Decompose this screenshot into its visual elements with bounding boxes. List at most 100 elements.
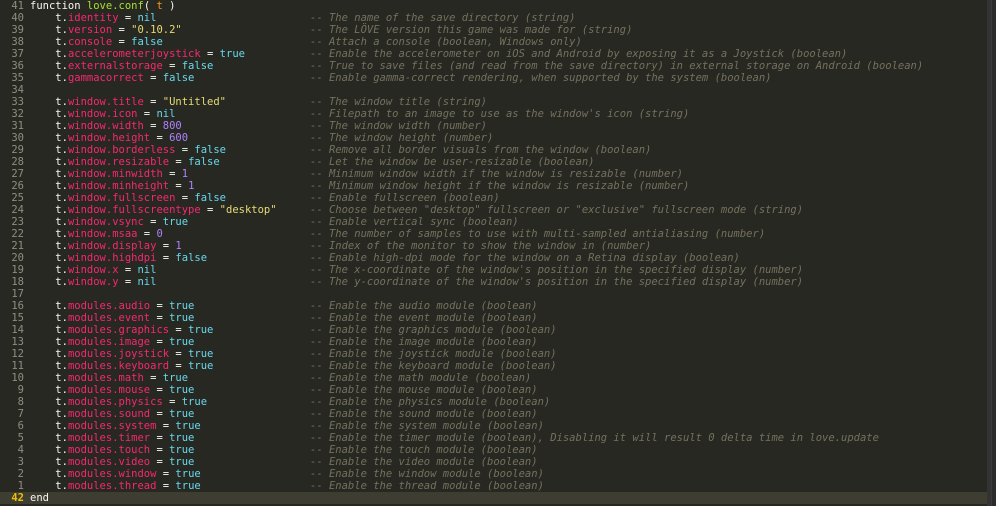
code-line[interactable]: 23 t.window.vsync = true -- Enable vertic… xyxy=(0,216,991,228)
code-line[interactable]: 16 t.modules.audio = true -- Enable the a… xyxy=(0,300,991,312)
code-comment: -- Minimum window height if the window i… xyxy=(310,180,690,192)
code-line[interactable]: 25 t.window.fullscreen = false -- Enable … xyxy=(0,192,991,204)
line-number: 29 xyxy=(11,144,24,156)
line-number: 36 xyxy=(11,60,24,72)
code-line[interactable]: 5 t.modules.timer = true -- Enable the ti… xyxy=(0,432,991,444)
code-token: modules.timer xyxy=(67,432,151,444)
code-token: = xyxy=(162,396,182,408)
code-line[interactable]: 10 t.modules.math = true -- Enable the ma… xyxy=(0,372,991,384)
code-line[interactable]: 26 t.window.minheight = 1 -- Minimum wind… xyxy=(0,180,991,192)
code-line[interactable]: 13 t.modules.image = true -- Enable the i… xyxy=(0,336,991,348)
code-token: modules.touch xyxy=(67,444,151,456)
code-comment: -- Enable the joystick module (boolean) xyxy=(310,348,557,360)
code-token: = xyxy=(143,372,163,384)
code-comment: -- The x-coordinate of the window's posi… xyxy=(310,264,804,276)
code-text: t.modules.timer = true xyxy=(30,432,194,444)
code-token: t. xyxy=(30,108,68,120)
line-number: 5 xyxy=(17,432,24,444)
scrollbar[interactable] xyxy=(987,0,991,506)
code-line[interactable]: 39 t.version = "0.10.2" -- The LÖVE versi… xyxy=(0,24,991,36)
code-token: t. xyxy=(30,312,68,324)
code-line[interactable]: 18 t.window.y = nil -- The y-coordinate o… xyxy=(0,276,991,288)
code-line[interactable]: 36 t.externalstorage = false -- True to s… xyxy=(0,60,991,72)
code-line[interactable]: 20 t.window.highdpi = false -- Enable hig… xyxy=(0,252,991,264)
code-line[interactable]: 3 t.modules.video = true -- Enable the vi… xyxy=(0,456,991,468)
code-token: = xyxy=(150,300,170,312)
code-token: love.conf xyxy=(86,0,144,12)
code-token: identity xyxy=(67,12,119,24)
code-line[interactable]: 30 t.window.height = 600 -- The window he… xyxy=(0,132,991,144)
code-token: 800 xyxy=(162,120,182,132)
code-line[interactable]: 38 t.console = false -- Attach a console … xyxy=(0,36,991,48)
code-line[interactable]: 27 t.window.minwidth = 1 -- Minimum windo… xyxy=(0,168,991,180)
code-token: t. xyxy=(30,324,68,336)
line-number: 10 xyxy=(11,372,24,384)
code-line[interactable]: 6 t.modules.system = true -- Enable the s… xyxy=(0,420,991,432)
code-line[interactable]: 31 t.window.width = 800 -- The window wid… xyxy=(0,120,991,132)
code-line[interactable]: 22 t.window.msaa = 0 -- The number of sam… xyxy=(0,228,991,240)
code-token: = xyxy=(175,192,195,204)
code-token: true xyxy=(169,456,195,468)
line-number: 42 xyxy=(11,492,24,504)
code-token: t. xyxy=(30,240,68,252)
code-line[interactable]: 37 t.accelerometerjoystick = true -- Enab… xyxy=(0,48,991,60)
code-text: t.window.height = 600 xyxy=(30,132,188,144)
code-line[interactable]: 34 xyxy=(0,84,991,96)
line-number: 16 xyxy=(11,300,24,312)
code-comment: -- The window width (number) xyxy=(310,120,488,132)
code-line[interactable]: 17 xyxy=(0,288,991,300)
code-token: t. xyxy=(30,456,68,468)
line-number: 1 xyxy=(17,480,24,492)
code-token: window.borderless xyxy=(67,144,176,156)
code-line[interactable]: 4 t.modules.touch = true -- Enable the to… xyxy=(0,444,991,456)
code-line[interactable]: 15 t.modules.event = true -- Enable the e… xyxy=(0,312,991,324)
code-line[interactable]: 1 t.modules.thread = true -- Enable the t… xyxy=(0,480,991,492)
code-line[interactable]: 2 t.modules.window = true -- Enable the w… xyxy=(0,468,991,480)
code-editor[interactable]: 41 function love.conf( t ) 40 t.identity =… xyxy=(0,0,992,506)
code-line[interactable]: 8 t.modules.physics = true -- Enable the … xyxy=(0,396,991,408)
code-token: window.minwidth xyxy=(67,168,163,180)
code-token: true xyxy=(169,384,195,396)
code-line[interactable]: 14 t.modules.graphics = true -- Enable th… xyxy=(0,324,991,336)
code-token: t. xyxy=(30,252,68,264)
code-line[interactable]: 32 t.window.icon = nil -- Filepath to an … xyxy=(0,108,991,120)
code-line[interactable]: 11 t.modules.keyboard = true -- Enable th… xyxy=(0,360,991,372)
line-number: 33 xyxy=(11,96,24,108)
code-token: = xyxy=(156,468,176,480)
code-line[interactable]: 19 t.window.x = nil -- The x-coordinate o… xyxy=(0,264,991,276)
code-comment: -- Attach a console (boolean, Windows on… xyxy=(310,36,582,48)
line-number: 15 xyxy=(11,312,24,324)
code-comment: -- Minimum window width if the window is… xyxy=(310,168,683,180)
code-lines[interactable]: 41 function love.conf( t ) 40 t.identity =… xyxy=(0,0,991,504)
code-line[interactable]: 35 t.gammacorrect = false -- Enable gamma… xyxy=(0,72,991,84)
line-number: 24 xyxy=(11,204,24,216)
code-line[interactable]: 7 t.modules.sound = true -- Enable the so… xyxy=(0,408,991,420)
code-line[interactable]: 28 t.window.resizable = false -- Let the … xyxy=(0,156,991,168)
code-token: false xyxy=(131,36,163,48)
code-token: t. xyxy=(30,228,68,240)
code-token: = xyxy=(118,264,138,276)
code-comment: -- Enable the math module (boolean) xyxy=(310,372,532,384)
code-token: = xyxy=(118,12,138,24)
code-line[interactable]: 9 t.modules.mouse = true -- Enable the mo… xyxy=(0,384,991,396)
code-comment: -- Enable the accelerometer on iOS and A… xyxy=(310,48,848,60)
code-text: t.modules.keyboard = true xyxy=(30,360,213,372)
code-line[interactable]: 12 t.modules.joystick = true -- Enable th… xyxy=(0,348,991,360)
code-token: window.width xyxy=(67,120,144,132)
line-number: 23 xyxy=(11,216,24,228)
code-line[interactable]: 41 function love.conf( t ) xyxy=(0,0,991,12)
code-line[interactable]: 29 t.window.borderless = false -- Remove … xyxy=(0,144,991,156)
line-number: 3 xyxy=(17,456,24,468)
code-line[interactable]: 24 t.window.fullscreentype = "desktop" --… xyxy=(0,204,991,216)
code-token: = xyxy=(112,36,132,48)
code-comment: -- Enable the keyboard module (boolean) xyxy=(310,360,557,372)
code-token: = xyxy=(162,60,182,72)
code-text: t.window.icon = nil xyxy=(30,108,175,120)
line-number: 20 xyxy=(11,252,24,264)
code-line[interactable]: 40 t.identity = nil -- The name of the sa… xyxy=(0,12,991,24)
code-line[interactable]: 42 end xyxy=(0,492,991,504)
line-number: 19 xyxy=(11,264,24,276)
code-line[interactable]: 33 t.window.title = "Untitled" -- The win… xyxy=(0,96,991,108)
code-line[interactable]: 21 t.window.display = 1 -- Index of the m… xyxy=(0,240,991,252)
code-token: ) xyxy=(162,0,176,12)
